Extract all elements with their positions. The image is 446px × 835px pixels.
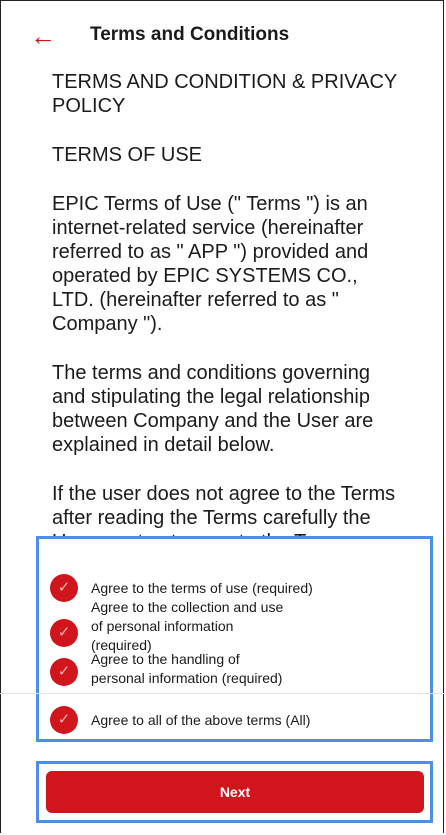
- page-title: Terms and Conditions: [90, 24, 290, 45]
- consent-label: Agree to the terms of use (required): [91, 579, 313, 596]
- consent-personal-info-handling[interactable]: ✓ Agree to the handling of personal info…: [50, 650, 290, 688]
- checkmark-icon[interactable]: ✓: [50, 706, 78, 734]
- terms-text[interactable]: TERMS AND CONDITION & PRIVACY POLICY TER…: [52, 70, 402, 538]
- consent-label: Agree to the handling of personal inform…: [91, 651, 283, 686]
- app-header: ← Terms and Conditions: [0, 0, 446, 70]
- arrow-left-icon[interactable]: ←: [30, 22, 58, 50]
- terms-paragraph: If the user does not agree to the Terms …: [52, 483, 396, 538]
- terms-heading: TERMS AND CONDITION & PRIVACY POLICY: [52, 71, 397, 117]
- consent-personal-info-collection[interactable]: ✓ Agree to the collection and use of per…: [50, 598, 290, 655]
- terms-paragraph: EPIC Terms of Use (" Terms ") is an inte…: [52, 193, 369, 335]
- consent-all[interactable]: ✓ Agree to all of the above terms (All): [50, 706, 310, 734]
- terms-paragraph: The terms and conditions governing and s…: [52, 362, 374, 456]
- checkmark-icon[interactable]: ✓: [50, 618, 78, 647]
- checkmark-icon[interactable]: ✓: [50, 658, 78, 686]
- next-button[interactable]: Next: [46, 771, 424, 813]
- terms-subheading: TERMS OF USE: [52, 144, 203, 166]
- consent-label: Agree to the collection and use of perso…: [91, 599, 284, 653]
- consent-label: Agree to all of the above terms (All): [91, 711, 311, 728]
- divider: [0, 693, 446, 694]
